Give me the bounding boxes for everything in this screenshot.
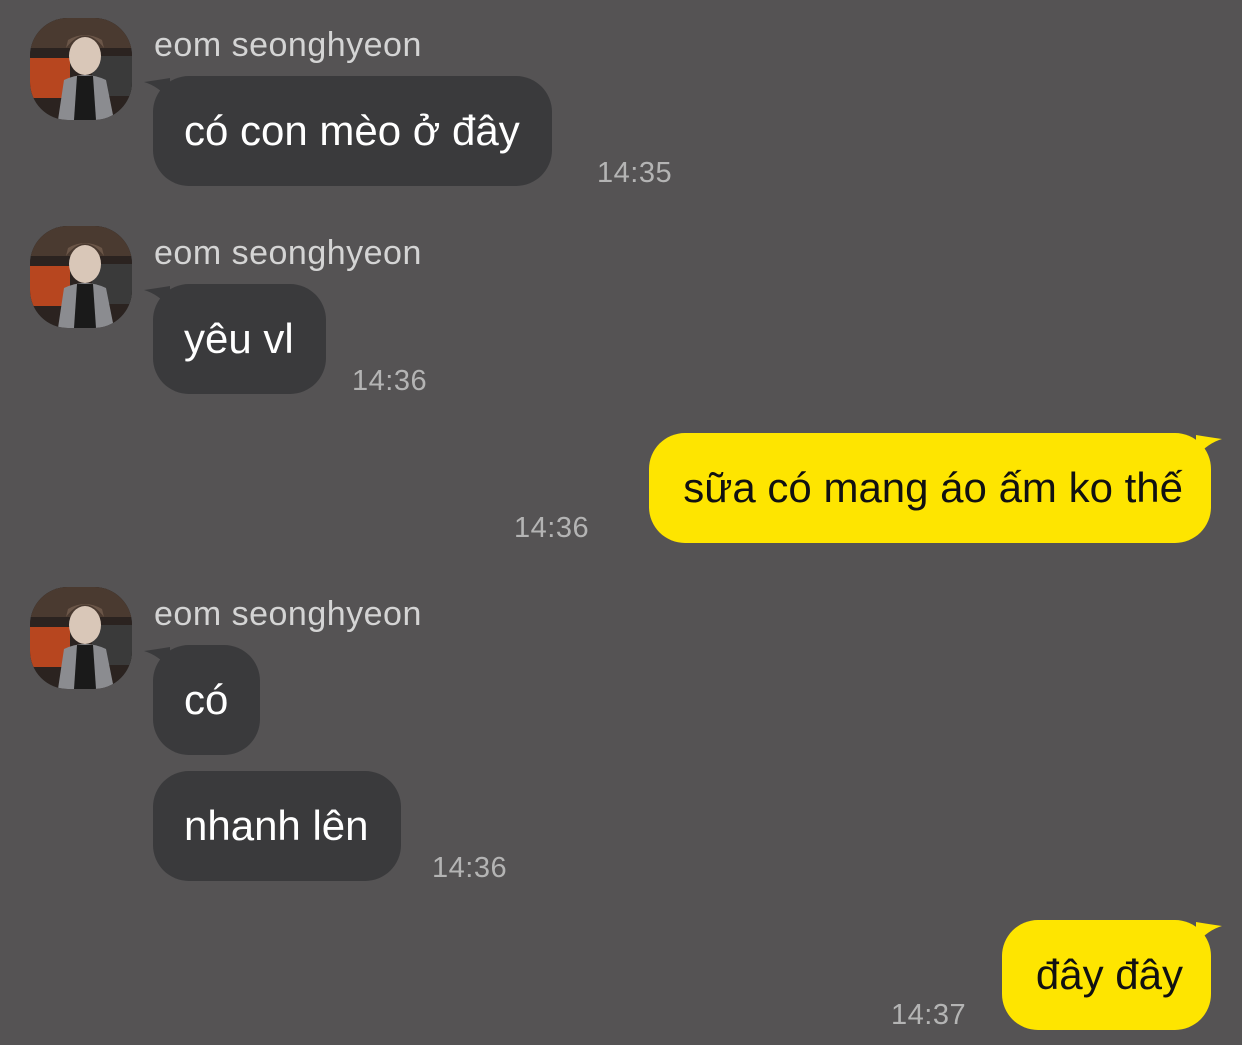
message-text: sữa có mang áo ấm ko thế (683, 464, 1183, 511)
message-text: có con mèo ở đây (184, 107, 520, 154)
bubble-tail-icon (144, 78, 170, 100)
avatar-image (30, 18, 132, 120)
message-bubble-incoming[interactable]: có con mèo ở đây (153, 76, 552, 186)
avatar-image (30, 226, 132, 328)
sender-avatar[interactable] (30, 587, 132, 689)
message-bubble-incoming[interactable]: yêu vl (153, 284, 326, 394)
message-time: 14:36 (514, 512, 590, 544)
message-bubble-outgoing[interactable]: đây đây (1001, 920, 1211, 1030)
message-text: có (184, 676, 229, 723)
bubble-tail-icon (1196, 435, 1222, 457)
bubble-tail-icon (1196, 922, 1222, 944)
message-text: đây đây (1035, 951, 1183, 998)
message-text: nhanh lên (184, 802, 369, 849)
message-time: 14:37 (891, 999, 967, 1031)
message-time: 14:35 (597, 157, 673, 189)
avatar-image (30, 587, 132, 689)
sender-avatar[interactable] (30, 226, 132, 328)
sender-name: eom seonghyeon (154, 26, 422, 64)
sender-avatar[interactable] (30, 18, 132, 120)
message-bubble-outgoing[interactable]: sữa có mang áo ấm ko thế (649, 433, 1211, 543)
sender-name: eom seonghyeon (154, 595, 422, 633)
message-time: 14:36 (432, 852, 508, 884)
message-bubble-incoming[interactable]: nhanh lên (153, 771, 401, 881)
bubble-tail-icon (144, 286, 170, 308)
message-time: 14:36 (352, 365, 428, 397)
bubble-tail-icon (144, 647, 170, 669)
message-text: yêu vl (184, 315, 294, 362)
sender-name: eom seonghyeon (154, 234, 422, 272)
